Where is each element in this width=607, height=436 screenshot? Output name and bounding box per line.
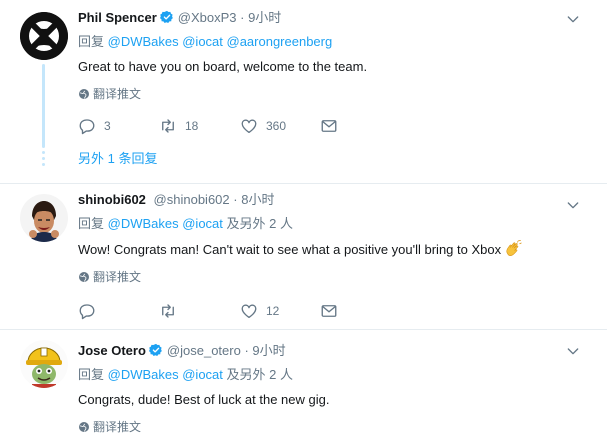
avatar[interactable] — [20, 340, 68, 388]
tweet-phil-spencer[interactable]: Phil Spencer @XboxP3 · 9小时 回复 @DWBakes @i… — [0, 0, 607, 183]
xbox-logo-icon — [20, 12, 68, 60]
reply-mentions[interactable]: @DWBakes @iocat @aarongreenberg — [108, 34, 333, 49]
separator: · — [244, 343, 249, 358]
tweet-header: shinobi602 @shinobi602 · 8小时 — [78, 190, 577, 210]
verified-badge-icon — [159, 10, 173, 23]
reply-prefix: 回复 — [78, 367, 105, 382]
envelope-icon — [321, 120, 337, 132]
chevron-down-icon — [567, 16, 579, 23]
more-options-button[interactable] — [565, 343, 581, 359]
chevron-down-icon — [567, 348, 579, 355]
verified-badge-icon — [148, 343, 162, 356]
more-options-button[interactable] — [565, 197, 581, 213]
clapping-hands-emoji-icon — [506, 240, 522, 256]
tweet-text-content: Wow! Congrats man! Can't wait to see wha… — [78, 242, 502, 257]
tweet-header: Jose Otero @jose_otero · 9小时 — [78, 341, 577, 361]
user-handle[interactable]: @shinobi602 — [154, 192, 230, 207]
reply-icon — [79, 304, 95, 320]
timestamp[interactable]: 9小时 — [252, 343, 285, 358]
globe-icon — [79, 89, 89, 99]
reply-mentions[interactable]: @DWBakes @iocat — [108, 216, 223, 231]
timestamp[interactable]: 9小时 — [248, 10, 281, 25]
separator: · — [240, 10, 245, 25]
heart-icon — [241, 304, 257, 319]
cartoon-avatar-icon — [20, 340, 68, 388]
translate-link[interactable]: 翻译推文 — [78, 418, 577, 436]
reply-others[interactable]: 及另外 2 人 — [227, 367, 293, 382]
reply-icon — [79, 119, 95, 135]
separator: · — [233, 192, 238, 207]
like-count: 12 — [266, 304, 280, 318]
reply-count: 3 — [104, 119, 111, 133]
reply-mentions[interactable]: @DWBakes @iocat — [108, 367, 223, 382]
replying-to: 回复 @DWBakes @iocat @aarongreenberg — [78, 33, 577, 51]
retweet-button[interactable] — [159, 301, 185, 321]
timestamp[interactable]: 8小时 — [241, 192, 274, 207]
person-avatar-icon — [20, 194, 68, 242]
translate-link[interactable]: 翻译推文 — [78, 85, 577, 103]
direct-message-button[interactable] — [320, 116, 338, 136]
tweet-text: Congrats, dude! Best of luck at the new … — [78, 392, 330, 407]
more-options-button[interactable] — [565, 11, 581, 27]
thread-line — [42, 64, 45, 148]
envelope-icon — [321, 305, 337, 317]
reply-button[interactable] — [78, 301, 104, 321]
reply-button[interactable]: 3 — [78, 116, 111, 136]
globe-icon — [79, 422, 89, 432]
like-button[interactable]: 360 — [240, 116, 286, 136]
avatar[interactable] — [20, 194, 68, 242]
tweet-actions: 3 18 360 — [78, 116, 378, 136]
tweet-jose-otero[interactable]: Jose Otero @jose_otero · 9小时 回复 @DWBakes … — [0, 329, 607, 436]
display-name[interactable]: Phil Spencer — [78, 10, 157, 25]
translate-label: 翻译推文 — [93, 87, 142, 101]
like-button[interactable]: 12 — [240, 301, 279, 321]
tweet-actions: 12 — [78, 301, 378, 321]
tweet-header: Phil Spencer @XboxP3 · 9小时 — [78, 8, 577, 28]
user-handle[interactable]: @jose_otero — [167, 343, 241, 358]
replying-to: 回复 @DWBakes @iocat 及另外 2 人 — [78, 215, 577, 233]
globe-icon — [79, 272, 89, 282]
heart-icon — [241, 119, 257, 134]
tweet-text: Great to have you on board, welcome to t… — [78, 59, 368, 74]
retweet-button[interactable]: 18 — [159, 116, 198, 136]
direct-message-button[interactable] — [320, 301, 338, 321]
display-name[interactable]: shinobi602 — [78, 192, 146, 207]
replying-to: 回复 @DWBakes @iocat 及另外 2 人 — [78, 366, 577, 384]
chevron-down-icon — [567, 202, 579, 209]
tweet-text: Wow! Congrats man! Can't wait to see wha… — [78, 240, 577, 259]
retweet-count: 18 — [185, 119, 199, 133]
retweet-icon — [162, 119, 174, 133]
retweet-icon — [162, 304, 174, 318]
display-name[interactable]: Jose Otero — [78, 343, 146, 358]
reply-prefix: 回复 — [78, 34, 105, 49]
reply-prefix: 回复 — [78, 216, 105, 231]
translate-label: 翻译推文 — [93, 270, 142, 284]
avatar[interactable] — [20, 12, 68, 60]
user-handle[interactable]: @XboxP3 — [178, 10, 237, 25]
translate-label: 翻译推文 — [93, 420, 142, 434]
like-count: 360 — [266, 119, 287, 133]
translate-link[interactable]: 翻译推文 — [78, 268, 577, 286]
thread-dots — [42, 151, 45, 169]
reply-others[interactable]: 及另外 2 人 — [227, 216, 293, 231]
show-more-replies-link[interactable]: 另外 1 条回复 — [78, 150, 157, 168]
